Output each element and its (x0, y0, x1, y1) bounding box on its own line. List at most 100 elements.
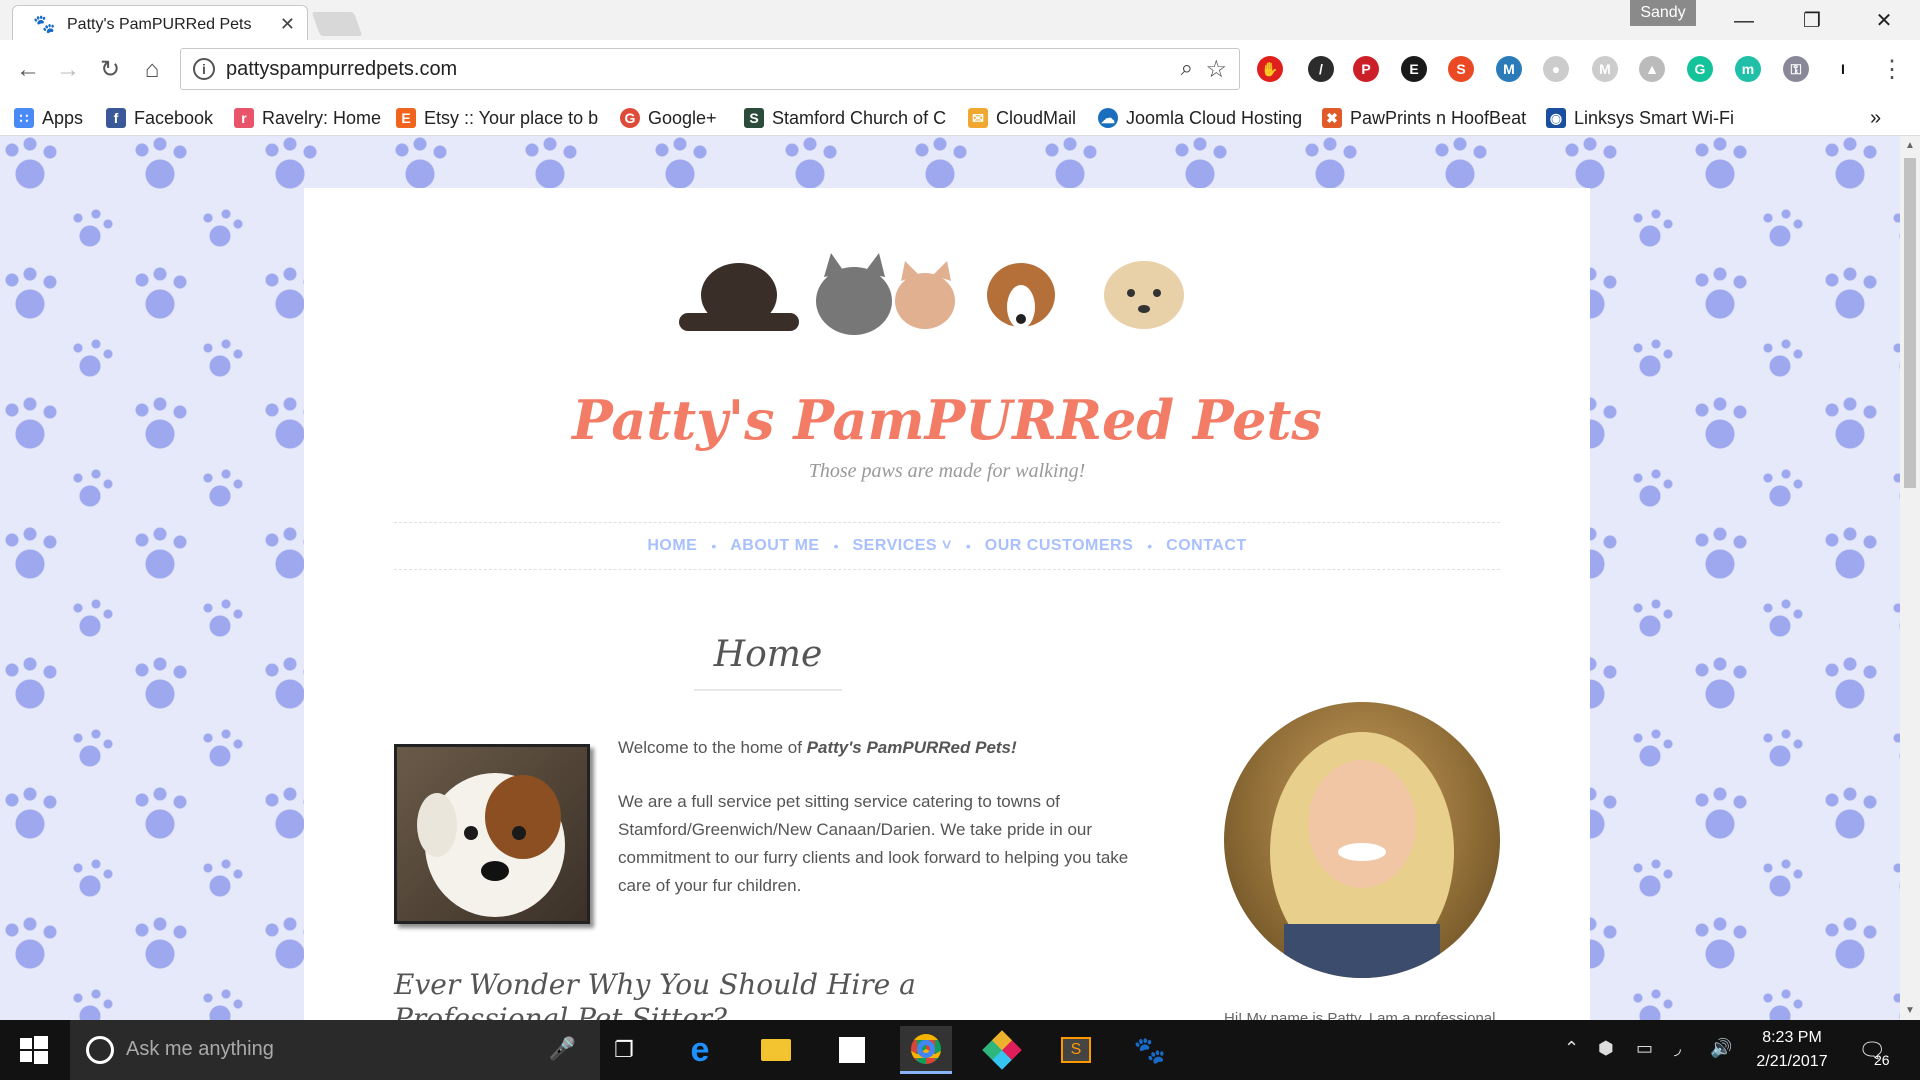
nav-our-customers[interactable]: OUR CUSTOMERS (985, 537, 1133, 555)
scroll-up-icon[interactable]: ▲ (1905, 140, 1915, 151)
site-info-icon[interactable]: i (193, 58, 215, 80)
site-title[interactable]: Patty's PamPURRed Pets (304, 388, 1590, 452)
minimize-icon[interactable]: — (1724, 6, 1764, 36)
nav-contact[interactable]: CONTACT (1166, 537, 1247, 555)
teal-extension-icon[interactable]: m (1735, 56, 1761, 82)
bookmark-etsy[interactable]: E Etsy :: Your place to b (396, 100, 600, 136)
tab-close-icon[interactable]: ✕ (280, 14, 295, 35)
more-bookmarks-icon[interactable]: » (1870, 100, 1881, 136)
cortana-search[interactable]: Ask me anything 🎤 (70, 1020, 600, 1080)
facebook-icon: f (106, 108, 126, 128)
windows-start-icon[interactable] (18, 1034, 50, 1066)
scroll-thumb[interactable] (1904, 158, 1916, 488)
wifi-tray-icon[interactable]: ◞ (1674, 1038, 1681, 1059)
cloud-icon: ☁ (1098, 108, 1118, 128)
notification-count: 26 (1874, 1052, 1890, 1068)
grammarly-extension-icon[interactable]: G (1687, 56, 1713, 82)
pinterest-extension-icon[interactable]: P (1353, 56, 1379, 82)
battery-icon[interactable]: ▭ (1636, 1038, 1653, 1059)
task-view-icon[interactable]: ❐ (598, 1026, 650, 1074)
chrome-icon[interactable] (900, 1026, 952, 1074)
bookmark-joomla[interactable]: ☁ Joomla Cloud Hosting (1098, 100, 1306, 136)
pawprints-icon: ✖ (1322, 108, 1342, 128)
evernote-extension-icon[interactable]: E (1401, 56, 1427, 82)
windows-taskbar: Ask me anything 🎤 ❐ e S 🐾 ⌃ ⬢ ▭ ◞ 🔊 8:23… (0, 1020, 1920, 1080)
browser-tab[interactable]: 🐾 Patty's PamPURRed Pets ✕ (12, 5, 308, 41)
apps-grid-icon: ∷ (14, 108, 34, 128)
main-nav: HOME • ABOUT ME • SERVICES ˅ • OUR CUSTO… (394, 522, 1500, 570)
bookmark-ravelry[interactable]: r Ravelry: Home (234, 100, 381, 136)
forward-icon[interactable]: → (52, 54, 84, 86)
nav-home[interactable]: HOME (647, 537, 697, 555)
intro-paragraph: We are a full service pet sitting servic… (618, 792, 1129, 895)
home-icon[interactable]: ⌂ (136, 54, 168, 86)
edge-icon[interactable]: e (674, 1026, 726, 1074)
title-bar: 🐾 Patty's PamPURRed Pets ✕ Sandy — ❐ ✕ (0, 0, 1920, 41)
eyedropper-extension-icon[interactable]: / (1308, 56, 1334, 82)
tab-title: Patty's PamPURRed Pets (67, 16, 252, 33)
page-background: Patty's PamPURRed Pets Those paws are ma… (0, 136, 1900, 1020)
search-placeholder: Ask me anything (126, 1038, 274, 1060)
grey-m-extension-icon[interactable]: M (1592, 56, 1618, 82)
grey-extension-icon[interactable]: ● (1543, 56, 1569, 82)
profile-badge[interactable]: Sandy (1630, 0, 1696, 26)
m-extension-icon[interactable]: M (1496, 56, 1522, 82)
back-icon[interactable]: ← (12, 54, 44, 86)
stumbleupon-extension-icon[interactable]: S (1448, 56, 1474, 82)
system-clock[interactable]: 8:23 PM 2/21/2017 (1752, 1026, 1832, 1074)
pets-header-image (679, 253, 1184, 335)
file-explorer-icon[interactable] (750, 1026, 802, 1074)
close-window-icon[interactable]: ✕ (1864, 6, 1904, 36)
instapaper-extension-icon[interactable]: I (1830, 56, 1856, 82)
slack-app-icon[interactable] (976, 1026, 1028, 1074)
nav-separator: • (965, 538, 971, 554)
page-content: Patty's PamPURRed Pets Those paws are ma… (304, 188, 1590, 1020)
nav-separator: • (833, 538, 839, 554)
scroll-down-icon[interactable]: ▼ (1905, 1005, 1915, 1016)
ravelry-icon: r (234, 108, 254, 128)
mail-icon: ✉ (968, 108, 988, 128)
paw-favicon-icon: 🐾 (33, 14, 56, 34)
adblock-extension-icon[interactable]: ✋ (1257, 56, 1283, 82)
bookmark-linksys[interactable]: ◉ Linksys Smart Wi-Fi (1546, 100, 1734, 136)
wifi-icon: ◉ (1546, 108, 1566, 128)
bookmark-cloudmail[interactable]: ✉ CloudMail (968, 100, 1076, 136)
url-text[interactable]: pattyspampurredpets.com (226, 58, 457, 81)
welcome-prefix: Welcome to the home of (618, 738, 807, 757)
section-heading: Ever Wonder Why You Should Hire a Profes… (394, 968, 916, 1020)
show-hidden-icons[interactable]: ⌃ (1564, 1038, 1579, 1059)
store-icon[interactable] (826, 1026, 878, 1074)
nav-about-me[interactable]: ABOUT ME (730, 537, 819, 555)
paw-app-icon[interactable]: 🐾 (1124, 1026, 1176, 1074)
site-tagline: Those paws are made for walking! (808, 460, 1086, 482)
bookmark-facebook[interactable]: f Facebook (106, 100, 213, 136)
page-title: Home (713, 634, 823, 675)
nav-services[interactable]: SERVICES ˅ (852, 537, 951, 555)
dropbox-tray-icon[interactable]: ⬢ (1598, 1038, 1614, 1059)
browser-toolbar: ← → ↻ ⌂ i pattyspampurredpets.com ⌕ ☆ ✋ … (0, 40, 1920, 100)
bookmark-apps[interactable]: ∷ Apps (14, 100, 83, 136)
sublime-icon[interactable]: S (1050, 1026, 1102, 1074)
search-icon[interactable]: ⌕ (1181, 55, 1193, 81)
clock-time: 8:23 PM (1762, 1029, 1822, 1046)
heading-divider (694, 689, 842, 691)
microphone-icon[interactable]: 🎤 (549, 1036, 576, 1062)
restore-icon[interactable]: ❐ (1792, 6, 1832, 36)
new-tab-button[interactable] (311, 12, 363, 36)
cortana-icon (86, 1036, 114, 1064)
about-snippet: Hi! My name is Patty. I am a professiona… (1224, 1010, 1496, 1020)
google-plus-icon: G (620, 108, 640, 128)
bookmark-googleplus[interactable]: G Google+ (620, 100, 717, 136)
menu-kebab-icon[interactable]: ⋮ (1876, 54, 1908, 86)
etsy-icon: E (396, 108, 416, 128)
key-extension-icon[interactable]: ⚿ (1783, 56, 1809, 82)
drive-extension-icon[interactable]: ▲ (1639, 56, 1665, 82)
bookmark-pawprints[interactable]: ✖ PawPrints n HoofBeat (1322, 100, 1526, 136)
volume-icon[interactable]: 🔊 (1710, 1038, 1732, 1059)
address-bar[interactable]: i pattyspampurredpets.com ⌕ ☆ (180, 48, 1240, 90)
page-scrollbar[interactable]: ▲ ▼ (1900, 136, 1920, 1020)
reload-icon[interactable]: ↻ (94, 54, 126, 86)
bookmark-stamford-church[interactable]: S Stamford Church of C (744, 100, 948, 136)
nav-separator: • (1147, 538, 1153, 554)
bookmark-star-icon[interactable]: ☆ (1205, 55, 1227, 84)
